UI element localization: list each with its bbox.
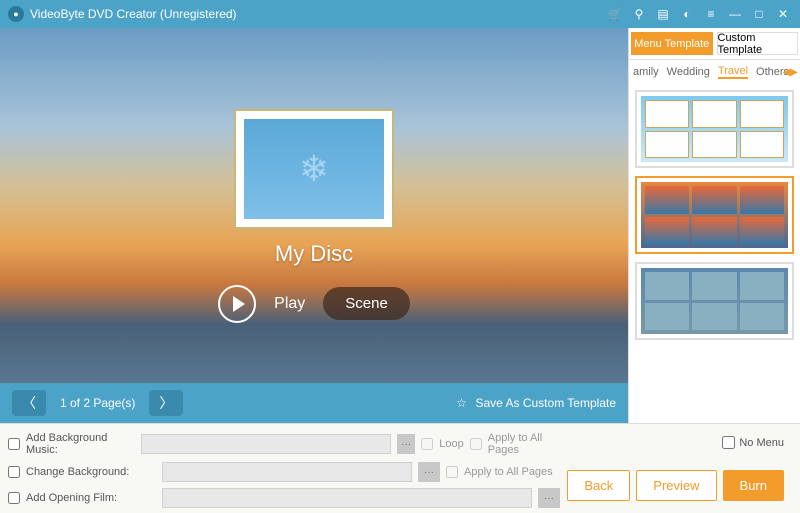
opening-film-label: Add Opening Film: bbox=[26, 492, 156, 504]
main-area: ❄ My Disc Play Scene 〈 1 of 2 Page(s) 〉 … bbox=[0, 28, 800, 423]
titlebar: ● VideoByte DVD Creator (Unregistered) 🛒… bbox=[0, 0, 800, 28]
minimize-icon[interactable]: — bbox=[726, 5, 744, 23]
opening-film-checkbox[interactable] bbox=[8, 492, 20, 504]
no-menu-label: No Menu bbox=[739, 437, 784, 449]
page-indicator: 1 of 2 Page(s) bbox=[60, 396, 135, 410]
apply-all-1-checkbox[interactable] bbox=[470, 438, 482, 450]
bg-music-label: Add Background Music: bbox=[26, 432, 135, 456]
opening-film-browse[interactable]: ··· bbox=[538, 488, 560, 508]
template-thumb-3[interactable] bbox=[635, 262, 794, 340]
apply-all-2-label: Apply to All Pages bbox=[464, 466, 553, 478]
no-menu-checkbox[interactable] bbox=[722, 436, 735, 449]
menu-thumbnail[interactable]: ❄ bbox=[234, 109, 394, 229]
back-button[interactable]: Back bbox=[567, 470, 630, 501]
scene-button[interactable]: Scene bbox=[323, 287, 410, 320]
template-sidebar: Menu Template Custom Template amily Wedd… bbox=[628, 28, 800, 423]
next-page-button[interactable]: 〉 bbox=[149, 390, 183, 416]
tab-custom-template[interactable]: Custom Template bbox=[717, 32, 799, 55]
page-icon[interactable]: ▤ bbox=[654, 5, 672, 23]
template-thumb-2[interactable] bbox=[635, 176, 794, 254]
burn-button[interactable]: Burn bbox=[723, 470, 784, 501]
change-bg-field[interactable] bbox=[162, 462, 412, 482]
maximize-icon[interactable]: □ bbox=[750, 5, 768, 23]
prev-page-button[interactable]: 〈 bbox=[12, 390, 46, 416]
bg-music-checkbox[interactable] bbox=[8, 438, 20, 450]
apply-all-1-label: Apply to All Pages bbox=[488, 432, 562, 456]
change-bg-checkbox[interactable] bbox=[8, 466, 20, 478]
tab-menu-template[interactable]: Menu Template bbox=[631, 32, 713, 55]
disc-title[interactable]: My Disc bbox=[275, 241, 353, 267]
category-scroll-icon[interactable]: ◀▶ bbox=[783, 67, 798, 78]
cart-icon[interactable]: 🛒 bbox=[606, 5, 624, 23]
star-icon: ☆ bbox=[453, 395, 469, 411]
change-bg-label: Change Background: bbox=[26, 466, 156, 478]
loop-checkbox[interactable] bbox=[421, 438, 433, 450]
pager-bar: 〈 1 of 2 Page(s) 〉 ☆ Save As Custom Temp… bbox=[0, 383, 628, 423]
snowflake-icon: ❄ bbox=[244, 119, 384, 219]
chat-icon[interactable]: ◐ bbox=[678, 5, 696, 23]
bottom-panel: Add Background Music: ··· Loop Apply to … bbox=[0, 423, 800, 513]
loop-label: Loop bbox=[439, 438, 463, 450]
play-button[interactable] bbox=[218, 285, 256, 323]
app-logo: ● bbox=[8, 6, 24, 22]
preview-pane: ❄ My Disc Play Scene 〈 1 of 2 Page(s) 〉 … bbox=[0, 28, 628, 423]
template-thumb-1[interactable] bbox=[635, 90, 794, 168]
apply-all-2-checkbox[interactable] bbox=[446, 466, 458, 478]
app-title: VideoByte DVD Creator (Unregistered) bbox=[30, 7, 237, 21]
category-travel[interactable]: Travel bbox=[718, 65, 748, 79]
bg-music-field[interactable] bbox=[141, 434, 391, 454]
bg-music-browse[interactable]: ··· bbox=[397, 434, 415, 454]
change-bg-browse[interactable]: ··· bbox=[418, 462, 440, 482]
save-template-link[interactable]: Save As Custom Template bbox=[475, 396, 616, 410]
menu-icon[interactable]: ≡ bbox=[702, 5, 720, 23]
opening-film-field[interactable] bbox=[162, 488, 532, 508]
close-icon[interactable]: ✕ bbox=[774, 5, 792, 23]
category-wedding[interactable]: Wedding bbox=[667, 66, 710, 78]
play-label[interactable]: Play bbox=[274, 295, 305, 313]
preview-button[interactable]: Preview bbox=[636, 470, 716, 501]
category-family[interactable]: amily bbox=[633, 66, 659, 78]
key-icon[interactable]: ⚲ bbox=[630, 5, 648, 23]
